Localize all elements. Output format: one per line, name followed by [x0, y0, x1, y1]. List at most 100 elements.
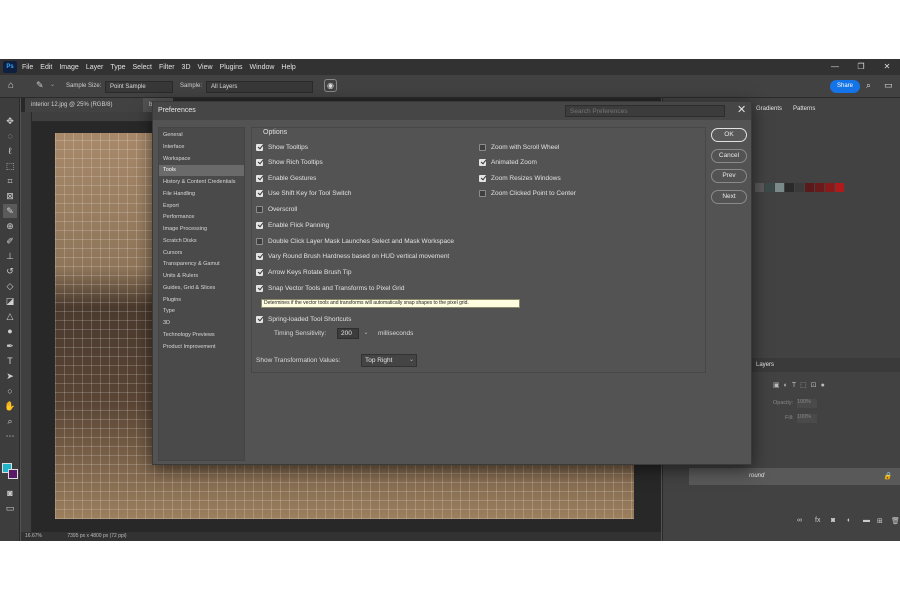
nav-item-general[interactable]: General: [159, 130, 244, 141]
object-selection-tool-icon[interactable]: ⬚: [3, 159, 17, 173]
hand-tool-icon[interactable]: ✋: [3, 399, 17, 413]
color-swatch[interactable]: [805, 183, 814, 192]
folder-icon[interactable]: ▬: [863, 517, 870, 524]
nav-item-3d[interactable]: 3D: [159, 318, 244, 329]
share-button[interactable]: Share: [830, 80, 860, 93]
tab-layers[interactable]: Layers: [756, 362, 774, 368]
crop-tool-icon[interactable]: ⌗: [3, 174, 17, 188]
nav-item-units-rulers[interactable]: Units & Rulers: [159, 271, 244, 282]
checkbox[interactable]: [479, 158, 486, 166]
checkbox[interactable]: [256, 205, 263, 213]
checkbox[interactable]: [479, 189, 486, 197]
option-zoom-resizes-windows[interactable]: Zoom Resizes Windows: [479, 173, 561, 183]
screen-mode-icon[interactable]: ▭: [3, 501, 17, 515]
blur-tool-icon[interactable]: △: [3, 309, 17, 323]
option-zoom-with-scroll-wheel[interactable]: Zoom with Scroll Wheel: [479, 142, 559, 152]
history-brush-icon[interactable]: ↺: [3, 264, 17, 278]
brush-tool-icon[interactable]: ✐: [3, 234, 17, 248]
zoom-level[interactable]: 16.67%: [25, 533, 42, 539]
option-vary-round-brush-hardness-based-on-hud-vertical-movement[interactable]: Vary Round Brush Hardness based on HUD v…: [256, 251, 449, 261]
restore-icon[interactable]: ❐: [848, 59, 874, 75]
close-window-icon[interactable]: ✕: [874, 59, 900, 75]
type-tool-icon[interactable]: T: [3, 354, 17, 368]
sample-size-select[interactable]: Point Sample: [105, 81, 173, 93]
eraser-tool-icon[interactable]: ◇: [3, 279, 17, 293]
search-icon[interactable]: ⌕: [866, 80, 871, 91]
checkbox[interactable]: [256, 189, 263, 197]
color-swatch[interactable]: [825, 183, 834, 192]
prev-button[interactable]: Prev: [711, 169, 747, 183]
menu-file[interactable]: File: [22, 64, 33, 71]
color-swatch[interactable]: [795, 183, 804, 192]
checkbox[interactable]: [256, 315, 263, 323]
layer-filter-icons[interactable]: ▣◐T⬚⊡●: [773, 381, 829, 389]
paint-bucket-icon[interactable]: ◪: [3, 294, 17, 308]
ok-button[interactable]: OK: [711, 128, 747, 142]
tab-patterns[interactable]: Patterns: [793, 106, 815, 112]
nav-item-export[interactable]: Export: [159, 201, 244, 212]
menu-edit[interactable]: Edit: [40, 64, 52, 71]
option-animated-zoom[interactable]: Animated Zoom: [479, 157, 537, 167]
search-preferences-input[interactable]: [565, 105, 725, 117]
chevron-down-icon[interactable]: ⌄: [409, 354, 414, 367]
option-overscroll[interactable]: Overscroll: [256, 204, 297, 214]
option-enable-flick-panning[interactable]: Enable Flick Panning: [256, 220, 329, 230]
checkbox[interactable]: [256, 237, 263, 245]
checkbox[interactable]: [479, 143, 486, 151]
workspace-icon[interactable]: ▭: [884, 80, 893, 91]
fill-value[interactable]: 100%: [797, 414, 817, 423]
link-layers-icon[interactable]: ∞: [797, 517, 802, 524]
nav-item-image-processing[interactable]: Image Processing: [159, 224, 244, 235]
checkbox[interactable]: [256, 284, 263, 292]
layer-row[interactable]: round 🔒: [689, 468, 900, 485]
menu-plugins[interactable]: Plugins: [220, 64, 243, 71]
menu-filter[interactable]: Filter: [159, 64, 175, 71]
home-icon[interactable]: ⌂: [8, 80, 14, 91]
color-swatch[interactable]: [815, 183, 824, 192]
option-show-tooltips[interactable]: Show Tooltips: [256, 142, 308, 152]
nav-item-history-content-credentials[interactable]: History & Content Credentials: [159, 177, 244, 188]
color-swatch[interactable]: [785, 183, 794, 192]
nav-item-scratch-disks[interactable]: Scratch Disks: [159, 236, 244, 247]
sample-select[interactable]: All Layers: [206, 81, 313, 93]
menu-3d[interactable]: 3D: [182, 64, 191, 71]
fx-icon[interactable]: fx: [815, 517, 820, 524]
checkbox[interactable]: [256, 268, 263, 276]
adjustment-icon[interactable]: ◐: [847, 517, 851, 524]
opacity-value[interactable]: 100%: [797, 399, 817, 408]
new-layer-icon[interactable]: ⊞: [877, 517, 883, 525]
path-selection-icon[interactable]: ➤: [3, 369, 17, 383]
checkbox[interactable]: [256, 252, 263, 260]
option-use-shift-key-for-tool-switch[interactable]: Use Shift Key for Tool Switch: [256, 188, 351, 198]
nav-item-file-handling[interactable]: File Handling: [159, 189, 244, 200]
nav-item-tools[interactable]: Tools: [159, 165, 244, 177]
color-swatch[interactable]: [755, 183, 764, 192]
mask-icon[interactable]: ◙: [831, 517, 835, 524]
background-color-swatch[interactable]: [8, 469, 18, 479]
nav-item-technology-previews[interactable]: Technology Previews: [159, 330, 244, 341]
option-snap-vector-tools-and-transforms-to-pixel-grid[interactable]: Snap Vector Tools and Transforms to Pixe…: [256, 283, 404, 293]
tab-gradients[interactable]: Gradients: [756, 106, 782, 112]
option-show-rich-tooltips[interactable]: Show Rich Tooltips: [256, 157, 323, 167]
menu-help[interactable]: Help: [281, 64, 295, 71]
nav-item-guides-grid-slices[interactable]: Guides, Grid & Slices: [159, 283, 244, 294]
nav-item-performance[interactable]: Performance: [159, 212, 244, 223]
option-double-click-layer-mask-launches-select-and-mask-workspace[interactable]: Double Click Layer Mask Launches Select …: [256, 236, 454, 246]
menu-type[interactable]: Type: [110, 64, 125, 71]
nav-item-product-improvement[interactable]: Product Improvement: [159, 342, 244, 353]
next-button[interactable]: Next: [711, 190, 747, 204]
checkbox[interactable]: [256, 158, 263, 166]
option-spring-loaded-tool-shortcuts[interactable]: Spring-loaded Tool Shortcuts: [256, 314, 351, 324]
cancel-button[interactable]: Cancel: [711, 149, 747, 163]
checkbox[interactable]: [256, 221, 263, 229]
nav-item-workspace[interactable]: Workspace: [159, 154, 244, 165]
clone-stamp-icon[interactable]: ⊥: [3, 249, 17, 263]
nav-item-type[interactable]: Type: [159, 306, 244, 317]
dodge-tool-icon[interactable]: ●: [3, 324, 17, 338]
close-icon[interactable]: ✕: [737, 104, 746, 117]
menu-select[interactable]: Select: [133, 64, 152, 71]
nav-item-cursors[interactable]: Cursors: [159, 248, 244, 259]
nav-item-interface[interactable]: Interface: [159, 142, 244, 153]
color-swatch[interactable]: [835, 183, 844, 192]
checkbox[interactable]: [479, 174, 486, 182]
